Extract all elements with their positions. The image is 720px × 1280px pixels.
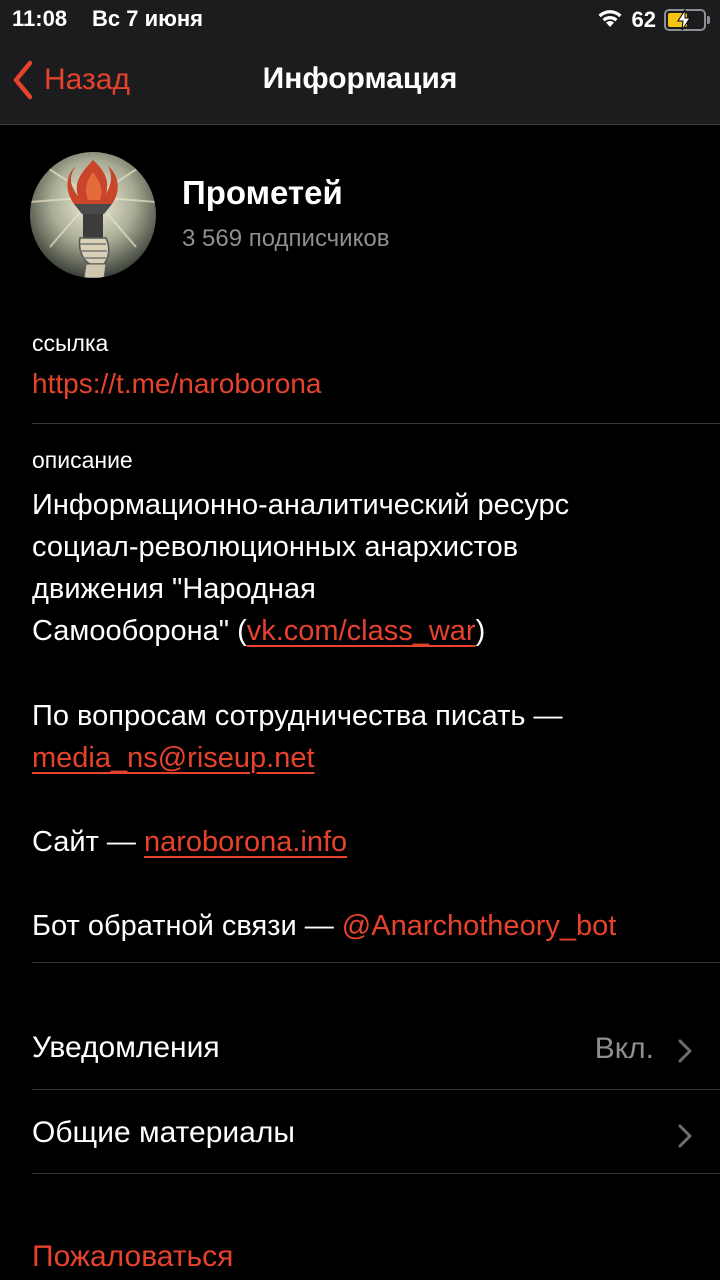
divider: [32, 1173, 720, 1174]
description-paragraph-2: По вопросам сотрудничества писать — medi…: [32, 695, 702, 779]
description-line: media_ns@riseup.net: [32, 737, 702, 779]
navigation-bar: Назад Информация: [0, 40, 720, 125]
chevron-right-icon: [678, 1039, 692, 1063]
subscriber-count: 3 569 подписчиков: [182, 225, 390, 252]
status-indicators: 62: [596, 6, 710, 34]
charging-bolt-icon: [677, 9, 691, 31]
channel-info-screen: 11:08 Вс 7 июня 62 Назад Информация Пром…: [0, 0, 720, 1280]
divider: [32, 962, 720, 963]
row-value: Вкл.: [594, 1032, 654, 1065]
description-text: Самооборона" (: [32, 615, 247, 647]
description-text: Бот обратной связи —: [32, 910, 342, 942]
description-line: Информационно-аналитический ресурс: [32, 489, 570, 521]
description-line: движения "Народная: [32, 573, 316, 605]
battery-icon: [664, 9, 710, 31]
description-text: ): [475, 615, 486, 647]
battery-cap: [707, 16, 710, 24]
description-paragraph-1: Информационно-аналитический ресурс социа…: [32, 484, 702, 652]
row-label: Общие материалы: [32, 1116, 295, 1149]
description-paragraph-4: Бот обратной связи — @Anarchotheory_bot: [32, 905, 702, 947]
status-time: 11:08: [12, 6, 68, 31]
vk-link[interactable]: vk.com/class_war: [247, 615, 476, 647]
channel-name: Прометей: [182, 174, 343, 211]
bot-mention-link[interactable]: @Anarchotheory_bot: [342, 910, 617, 942]
wifi-icon: [596, 7, 624, 34]
status-date: Вс 7 июня: [92, 6, 204, 31]
description-label: описание: [32, 447, 133, 473]
divider: [32, 423, 720, 424]
page-title: Информация: [262, 62, 458, 95]
description-line: социал-революционных анархистов: [32, 531, 519, 563]
torch-icon: [30, 152, 156, 278]
channel-link[interactable]: https://t.me/naroborona: [32, 368, 322, 400]
chevron-right-icon: [678, 1124, 692, 1148]
report-button[interactable]: Пожаловаться: [32, 1240, 233, 1274]
description-paragraph-3: Сайт — naroborona.info: [32, 821, 702, 863]
status-bar: 11:08 Вс 7 июня 62: [0, 0, 720, 40]
description-line: По вопросам сотрудничества писать —: [32, 700, 563, 732]
notifications-row[interactable]: Уведомления Вкл.: [32, 1005, 720, 1089]
description-line: Самооборона" (vk.com/class_war): [32, 610, 702, 652]
link-label: ссылка: [32, 330, 109, 356]
row-label: Уведомления: [32, 1031, 220, 1064]
channel-avatar[interactable]: [30, 152, 156, 278]
email-link[interactable]: media_ns@riseup.net: [32, 742, 315, 774]
battery-percent: 62: [631, 7, 656, 32]
description-text: Сайт —: [32, 826, 144, 858]
website-link[interactable]: naroborona.info: [144, 826, 347, 858]
shared-media-row[interactable]: Общие материалы: [32, 1090, 720, 1174]
